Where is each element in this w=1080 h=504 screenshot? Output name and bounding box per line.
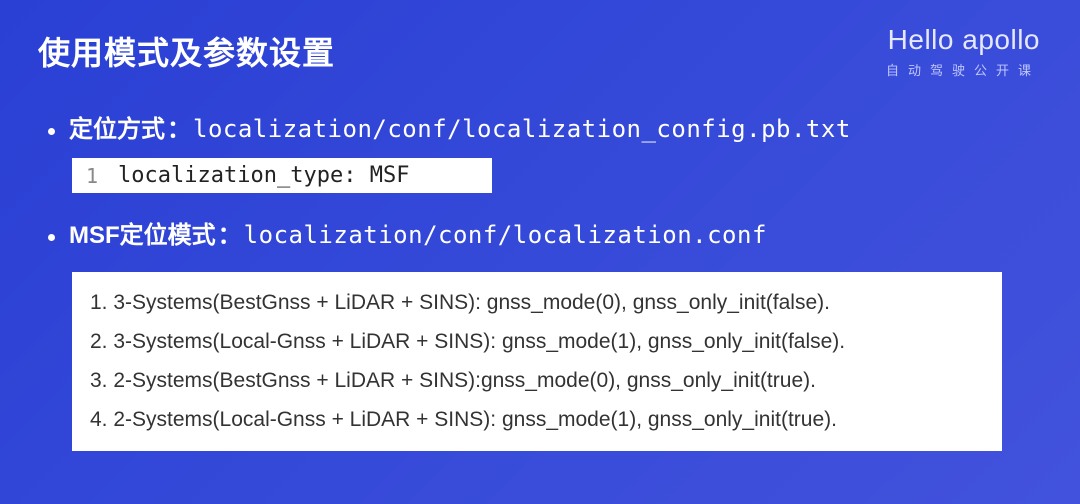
bullet-icon xyxy=(48,128,55,135)
brand-main: Hello apollo xyxy=(886,24,1040,56)
code-block: 1 localization_type: MSF xyxy=(72,158,492,193)
section-label: 定位方式 xyxy=(69,109,165,144)
code-line-number: 1 xyxy=(72,164,118,188)
brand-block: Hello apollo 自动驾驶公开课 xyxy=(886,24,1040,79)
list-item: 1. 3-Systems(BestGnss + LiDAR + SINS): g… xyxy=(90,284,984,323)
section-label: MSF定位模式 xyxy=(69,215,216,250)
page-title: 使用模式及参数设置 xyxy=(38,28,335,74)
bullet-icon xyxy=(48,234,55,241)
section-localization-type: 定位方式 ： localization/conf/localization_co… xyxy=(44,109,1036,144)
code-content: localization_type: MSF xyxy=(118,163,409,188)
list-item: 2. 3-Systems(Local-Gnss + LiDAR + SINS):… xyxy=(90,323,984,362)
list-item: 3. 2-Systems(BestGnss + LiDAR + SINS):gn… xyxy=(90,362,984,401)
modes-list: 1. 3-Systems(BestGnss + LiDAR + SINS): g… xyxy=(72,272,1002,451)
list-item: 4. 2-Systems(Local-Gnss + LiDAR + SINS):… xyxy=(90,401,984,440)
section-msf-mode: MSF定位模式 ： localization/conf/localization… xyxy=(44,215,1036,250)
colon: ： xyxy=(167,109,191,144)
config-path: localization/conf/localization_config.pb… xyxy=(193,115,851,143)
colon: ： xyxy=(218,215,242,250)
config-path: localization/conf/localization.conf xyxy=(244,221,767,249)
brand-sub: 自动驾驶公开课 xyxy=(886,60,1040,79)
